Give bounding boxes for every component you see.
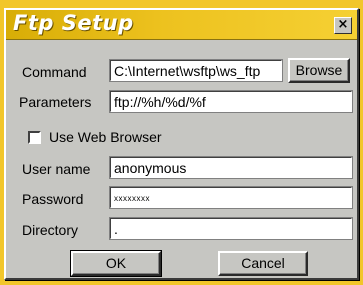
password-label: Password	[22, 191, 84, 207]
username-label: User name	[22, 161, 91, 177]
password-input[interactable]: xxxxxxxx	[109, 186, 353, 209]
use-web-browser-label[interactable]: Use Web Browser	[49, 129, 162, 145]
close-button[interactable]: ×	[334, 17, 352, 34]
use-web-browser-checkbox[interactable]	[28, 131, 41, 144]
ok-button-label: OK	[105, 255, 127, 271]
close-icon: ×	[337, 17, 349, 32]
directory-input[interactable]: .	[109, 217, 353, 240]
browse-button[interactable]: Browse	[288, 58, 350, 83]
ok-button[interactable]: OK	[70, 250, 162, 277]
title-bar[interactable]: Ftp Setup ×	[6, 10, 357, 40]
dialog-title: Ftp Setup	[13, 11, 134, 35]
directory-label: Directory	[22, 222, 79, 238]
parameters-label: Parameters	[19, 94, 92, 110]
ftp-setup-dialog: Ftp Setup × Command C:\Internet\wsftp\ws…	[4, 8, 359, 280]
cancel-button-label: Cancel	[241, 255, 285, 271]
username-input[interactable]: anonymous	[109, 156, 353, 179]
cancel-button[interactable]: Cancel	[218, 251, 308, 276]
parameters-input[interactable]: ftp://%h/%d/%f	[109, 90, 353, 113]
command-label: Command	[22, 64, 87, 80]
command-input[interactable]: C:\Internet\wsftp\ws_ftp	[109, 59, 283, 82]
browse-button-label: Browse	[295, 62, 343, 78]
